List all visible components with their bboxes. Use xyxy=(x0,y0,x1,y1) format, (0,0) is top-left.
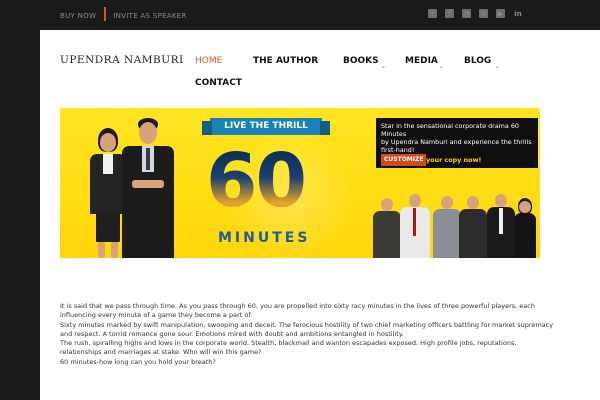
site-logo[interactable]: UPENDRA NAMBURI xyxy=(60,54,184,66)
group-woman xyxy=(512,198,538,258)
intro-text: It is said that we pass through time. As… xyxy=(60,302,560,367)
facebook-icon[interactable]: f xyxy=(445,9,454,18)
chevron-down-icon: ⌄ xyxy=(439,63,445,70)
nav-blog[interactable]: BLOG xyxy=(464,56,491,66)
email-icon[interactable]: ✉ xyxy=(479,9,488,18)
intro-paragraph: Sixty minutes marked by swift manipulati… xyxy=(60,320,554,338)
link-divider xyxy=(103,7,106,21)
promo-box: Star in the sensational corporate drama … xyxy=(376,118,538,168)
intro-paragraph: 60 minutes-how long can you hold your br… xyxy=(60,357,216,366)
twitter-icon[interactable]: t xyxy=(428,9,437,18)
promo-line-1: Star in the sensational corporate drama … xyxy=(381,122,519,138)
chevron-down-icon: ⌄ xyxy=(381,63,387,70)
promo-copy-text: your copy now! xyxy=(426,156,482,164)
rss-icon[interactable]: ◔ xyxy=(462,9,471,18)
group-man-4 xyxy=(458,196,488,258)
intro-paragraph: The rush, spiralling highs and lows in t… xyxy=(60,339,517,357)
live-the-thrill-ribbon: LIVE THE THRILL xyxy=(202,118,330,135)
chevron-down-icon: ⌄ xyxy=(495,63,501,70)
buy-now-link[interactable]: BUY NOW xyxy=(60,12,96,20)
top-bar: BUY NOW INVITE AS SPEAKER t f ◔ ✉ ▶ in xyxy=(0,0,600,30)
page-content: UPENDRA NAMBURI HOME THE AUTHOR BOOKS ⌄ … xyxy=(40,30,600,400)
group-man-2 xyxy=(398,194,432,258)
nav-home[interactable]: HOME xyxy=(195,56,222,66)
invite-as-speaker-link[interactable]: INVITE AS SPEAKER xyxy=(113,12,186,20)
linkedin-icon[interactable]: in xyxy=(513,9,523,18)
man-figure xyxy=(118,118,178,258)
social-icons: t f ◔ ✉ ▶ in xyxy=(428,9,523,18)
customize-button[interactable]: CUSTOMIZE xyxy=(381,154,427,166)
nav-contact[interactable]: CONTACT xyxy=(195,78,242,88)
nav-the-author[interactable]: THE AUTHOR xyxy=(253,56,318,66)
nav-books[interactable]: BOOKS xyxy=(343,56,379,66)
youtube-icon[interactable]: ▶ xyxy=(496,9,505,18)
minutes-title: MINUTES xyxy=(218,230,311,246)
top-links: BUY NOW INVITE AS SPEAKER xyxy=(60,7,187,21)
promo-line-2: by Upendra Namburi and experience the th… xyxy=(381,138,532,154)
sixty-title: 60 xyxy=(206,138,307,224)
intro-paragraph: It is said that we pass through time. As… xyxy=(60,302,535,320)
hero-banner[interactable]: LIVE THE THRILL 60 MINUTES Star in the s… xyxy=(60,108,540,258)
nav-media[interactable]: MEDIA xyxy=(405,56,438,66)
